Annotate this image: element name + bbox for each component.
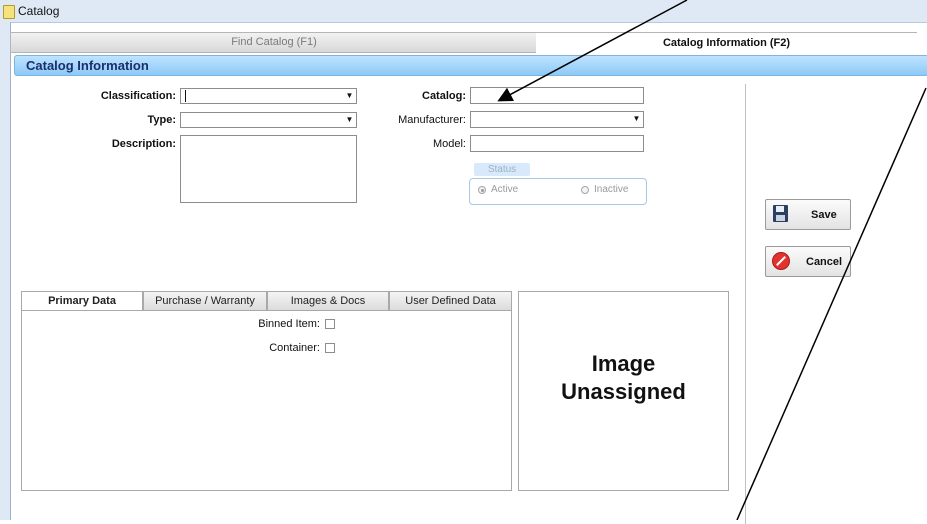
window-titlebar: Catalog (0, 0, 927, 23)
image-placeholder-line2: Unassigned (561, 379, 686, 404)
container-checkbox[interactable] (325, 343, 335, 353)
tab-images-docs[interactable]: Images & Docs (267, 291, 389, 311)
save-button[interactable]: Save (765, 199, 851, 230)
chevron-down-icon[interactable]: ▼ (345, 115, 354, 125)
status-active-radio[interactable] (478, 186, 486, 194)
section-header: Catalog Information (14, 55, 927, 76)
floppy-disk-icon (773, 205, 788, 222)
primary-data-panel (21, 310, 512, 491)
catalog-label: Catalog: (422, 90, 466, 102)
window-title: Catalog (18, 4, 60, 18)
tab-catalog-information[interactable]: Catalog Information (F2) (536, 32, 917, 53)
notebook-icon (3, 5, 15, 19)
cancel-button-label: Cancel (806, 256, 843, 268)
annotation-line (736, 87, 927, 520)
binned-item-checkbox[interactable] (325, 319, 335, 329)
save-button-label: Save (811, 209, 837, 221)
tab-primary-data[interactable]: Primary Data (21, 291, 143, 311)
model-label: Model: (432, 138, 466, 150)
catalog-input[interactable] (470, 87, 644, 104)
description-label: Description: (111, 138, 176, 150)
status-active-label: Active (491, 184, 519, 195)
manufacturer-select[interactable]: ▼ (470, 111, 644, 128)
classification-label: Classification: (100, 90, 176, 102)
tab-user-defined-data[interactable]: User Defined Data (389, 291, 512, 311)
cancel-button[interactable]: Cancel (765, 246, 851, 277)
main-tab-strip: Find Catalog (F1) Catalog Information (F… (10, 32, 917, 53)
tab-find-catalog[interactable]: Find Catalog (F1) (10, 32, 538, 53)
no-entry-icon (772, 252, 790, 270)
status-inactive-label: Inactive (594, 184, 629, 195)
detail-tab-strip: Primary Data Purchase / Warranty Images … (21, 291, 512, 311)
text-cursor (185, 90, 186, 102)
manufacturer-label: Manufacturer: (398, 114, 466, 126)
description-textarea[interactable] (180, 135, 357, 203)
tab-purchase-warranty[interactable]: Purchase / Warranty (143, 291, 267, 311)
image-placeholder-line1: Image (591, 351, 656, 376)
left-frame (0, 22, 11, 520)
type-label: Type: (147, 114, 176, 126)
section-title: Catalog Information (26, 58, 149, 73)
image-placeholder-text: Image Unassigned (518, 350, 729, 406)
type-select[interactable]: ▼ (180, 112, 357, 128)
status-inactive-radio[interactable] (581, 186, 589, 194)
model-input[interactable] (470, 135, 644, 152)
status-legend: Status (474, 163, 530, 176)
chevron-down-icon[interactable]: ▼ (632, 114, 641, 124)
chevron-down-icon[interactable]: ▼ (345, 91, 354, 101)
classification-select[interactable]: ▼ (180, 88, 357, 104)
binned-item-label: Binned Item: (258, 318, 320, 330)
divider (745, 84, 746, 524)
container-label: Container: (269, 342, 320, 354)
